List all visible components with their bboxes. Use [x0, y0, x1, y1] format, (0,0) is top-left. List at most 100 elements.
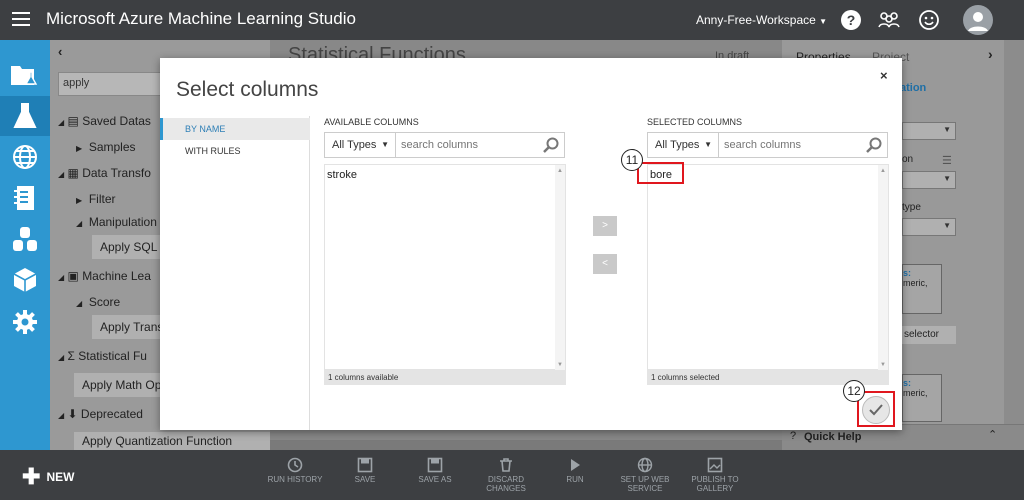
available-search-input[interactable]	[401, 139, 531, 151]
feedback-smiley-icon[interactable]	[916, 7, 942, 33]
properties-dropdown[interactable]: ▼	[902, 171, 956, 189]
selected-search-input[interactable]	[724, 139, 854, 151]
trash-icon	[500, 458, 512, 472]
palette-group-machine-learning[interactable]: ◢ ▣ Machine Lea	[58, 265, 151, 287]
selected-columns-list[interactable]: bore ▲ ▼	[647, 164, 889, 371]
button-label: SAVE	[354, 475, 376, 484]
properties-fragment: s:	[903, 378, 912, 388]
palette-group-label: Score	[88, 295, 121, 309]
set-up-web-service-button[interactable]: SET UP WEB SERVICE	[610, 457, 680, 493]
quick-help-label: Quick Help	[804, 431, 862, 443]
chevron-down-icon: ▼	[819, 17, 828, 26]
launch-column-selector-button[interactable]: selector	[902, 326, 956, 344]
palette-group-score[interactable]: ◢ Score	[76, 291, 120, 313]
list-item[interactable]: stroke	[327, 169, 357, 181]
palette-group-label: Data Transfo	[82, 166, 151, 180]
selected-type-filter[interactable]: All Types ▼	[647, 132, 719, 158]
gallery-icon	[707, 457, 723, 473]
move-left-button[interactable]: <	[593, 254, 617, 274]
selection-mode-nav: BY NAME WITH RULES	[160, 116, 310, 430]
run-history-button[interactable]: RUN HISTORY	[260, 457, 330, 484]
menu-lines-icon[interactable]: ☰	[942, 154, 952, 167]
list-scrollbar[interactable]: ▲ ▼	[878, 165, 888, 371]
rail-datasets[interactable]	[0, 219, 50, 259]
available-search-box	[395, 132, 565, 158]
gear-icon	[13, 310, 37, 334]
palette-group-samples[interactable]: ▶ Samples	[76, 136, 136, 158]
list-scrollbar[interactable]: ▲ ▼	[555, 165, 565, 371]
move-right-button[interactable]: >	[593, 216, 617, 236]
available-columns-header: AVAILABLE COLUMNS	[324, 117, 419, 127]
rail-settings[interactable]	[0, 302, 50, 342]
step-callout: 11	[621, 149, 643, 171]
chevron-up-icon[interactable]: ⌃	[988, 428, 997, 441]
properties-dropdown[interactable]: ▼	[902, 218, 956, 236]
palette-group-label: Saved Datas	[82, 114, 151, 128]
publish-to-gallery-button[interactable]: PUBLISH TO GALLERY	[680, 457, 750, 493]
save-as-button[interactable]: SAVE AS	[400, 457, 470, 484]
available-columns-list[interactable]: stroke ▲ ▼	[324, 164, 566, 371]
plus-icon: ✚	[22, 464, 41, 489]
properties-fragment: meric,	[903, 278, 928, 288]
deprecated-icon: ⬇	[67, 407, 78, 421]
nav-with-rules[interactable]: WITH RULES	[160, 140, 310, 162]
user-avatar-icon[interactable]	[962, 4, 994, 36]
dialog-title: Select columns	[176, 78, 319, 101]
play-icon	[571, 459, 580, 471]
palette-group-label: Statistical Fu	[78, 349, 147, 363]
top-bar: Microsoft Azure Machine Learning Studio …	[0, 0, 1024, 40]
step-callout: 12	[843, 380, 865, 402]
flask-icon	[13, 103, 37, 128]
properties-scrollbar[interactable]	[1004, 40, 1024, 450]
palette-group-label: Filter	[88, 192, 116, 206]
folder-flask-icon	[11, 66, 38, 85]
chevron-left-icon[interactable]: ‹	[58, 44, 62, 59]
palette-group-deprecated[interactable]: ◢ ⬇ Deprecated	[58, 403, 143, 425]
rail-trained-models[interactable]	[0, 260, 50, 300]
help-icon[interactable]: ?	[838, 7, 864, 33]
palette-group-manipulation[interactable]: ◢ Manipulation	[76, 211, 157, 233]
palette-group-filter[interactable]: ▶ Filter	[76, 188, 116, 210]
canvas-horizontal-scrollbar[interactable]	[270, 440, 782, 450]
search-icon[interactable]	[865, 136, 883, 154]
bottom-command-bar: ✚ NEW RUN HISTORY SAVE SAVE AS DISCARD CH…	[0, 450, 1024, 500]
palette-group-data-transformation[interactable]: ◢ ▦ Data Transfo	[58, 162, 151, 184]
new-button[interactable]: ✚ NEW	[22, 464, 74, 490]
run-button[interactable]: RUN	[540, 457, 610, 484]
selected-search-box	[718, 132, 888, 158]
palette-group-label: Machine Lea	[82, 269, 151, 283]
community-icon[interactable]	[876, 7, 902, 33]
properties-fragment: on	[902, 154, 914, 165]
button-label: CHANGES	[486, 484, 526, 493]
properties-dropdown[interactable]: ▼	[902, 122, 956, 140]
globe-icon	[13, 145, 37, 169]
app-title: Microsoft Azure Machine Learning Studio	[46, 9, 356, 28]
palette-group-saved-datasets[interactable]: ◢ ▤ Saved Datas	[58, 110, 151, 132]
chevron-right-icon[interactable]: ›	[988, 46, 993, 62]
discard-changes-button[interactable]: DISCARD CHANGES	[471, 457, 541, 493]
button-label: GALLERY	[696, 484, 734, 493]
button-label: PUBLISH TO	[691, 475, 739, 484]
rail-web-services[interactable]	[0, 137, 50, 177]
search-icon[interactable]	[542, 136, 560, 154]
grid-icon: ▦	[67, 166, 79, 180]
palette-group-label: Manipulation	[88, 215, 157, 229]
button-label: SERVICE	[627, 484, 663, 493]
nav-by-name[interactable]: BY NAME	[160, 118, 310, 140]
rail-experiments[interactable]	[0, 96, 50, 136]
chart-icon: ▣	[67, 269, 79, 283]
rail-projects[interactable]	[0, 54, 50, 94]
selected-columns-header: SELECTED COLUMNS	[647, 117, 743, 127]
workspace-selector[interactable]: Anny-Free-Workspace ▼	[696, 13, 827, 27]
close-icon[interactable]: ×	[880, 68, 888, 83]
clock-icon	[287, 457, 303, 473]
palette-group-statistical-functions[interactable]: ◢ Σ Statistical Fu	[58, 345, 147, 367]
hamburger-menu-icon[interactable]	[12, 12, 30, 26]
palette-module-apply-quantization[interactable]: Apply Quantization Function	[74, 432, 270, 450]
save-button[interactable]: SAVE	[330, 457, 400, 484]
button-label: SAVE AS	[418, 475, 452, 484]
rail-notebooks[interactable]	[0, 178, 50, 218]
button-label: RUN HISTORY	[267, 475, 323, 484]
properties-infobox: s: meric,	[902, 264, 942, 314]
available-type-filter[interactable]: All Types ▼	[324, 132, 396, 158]
